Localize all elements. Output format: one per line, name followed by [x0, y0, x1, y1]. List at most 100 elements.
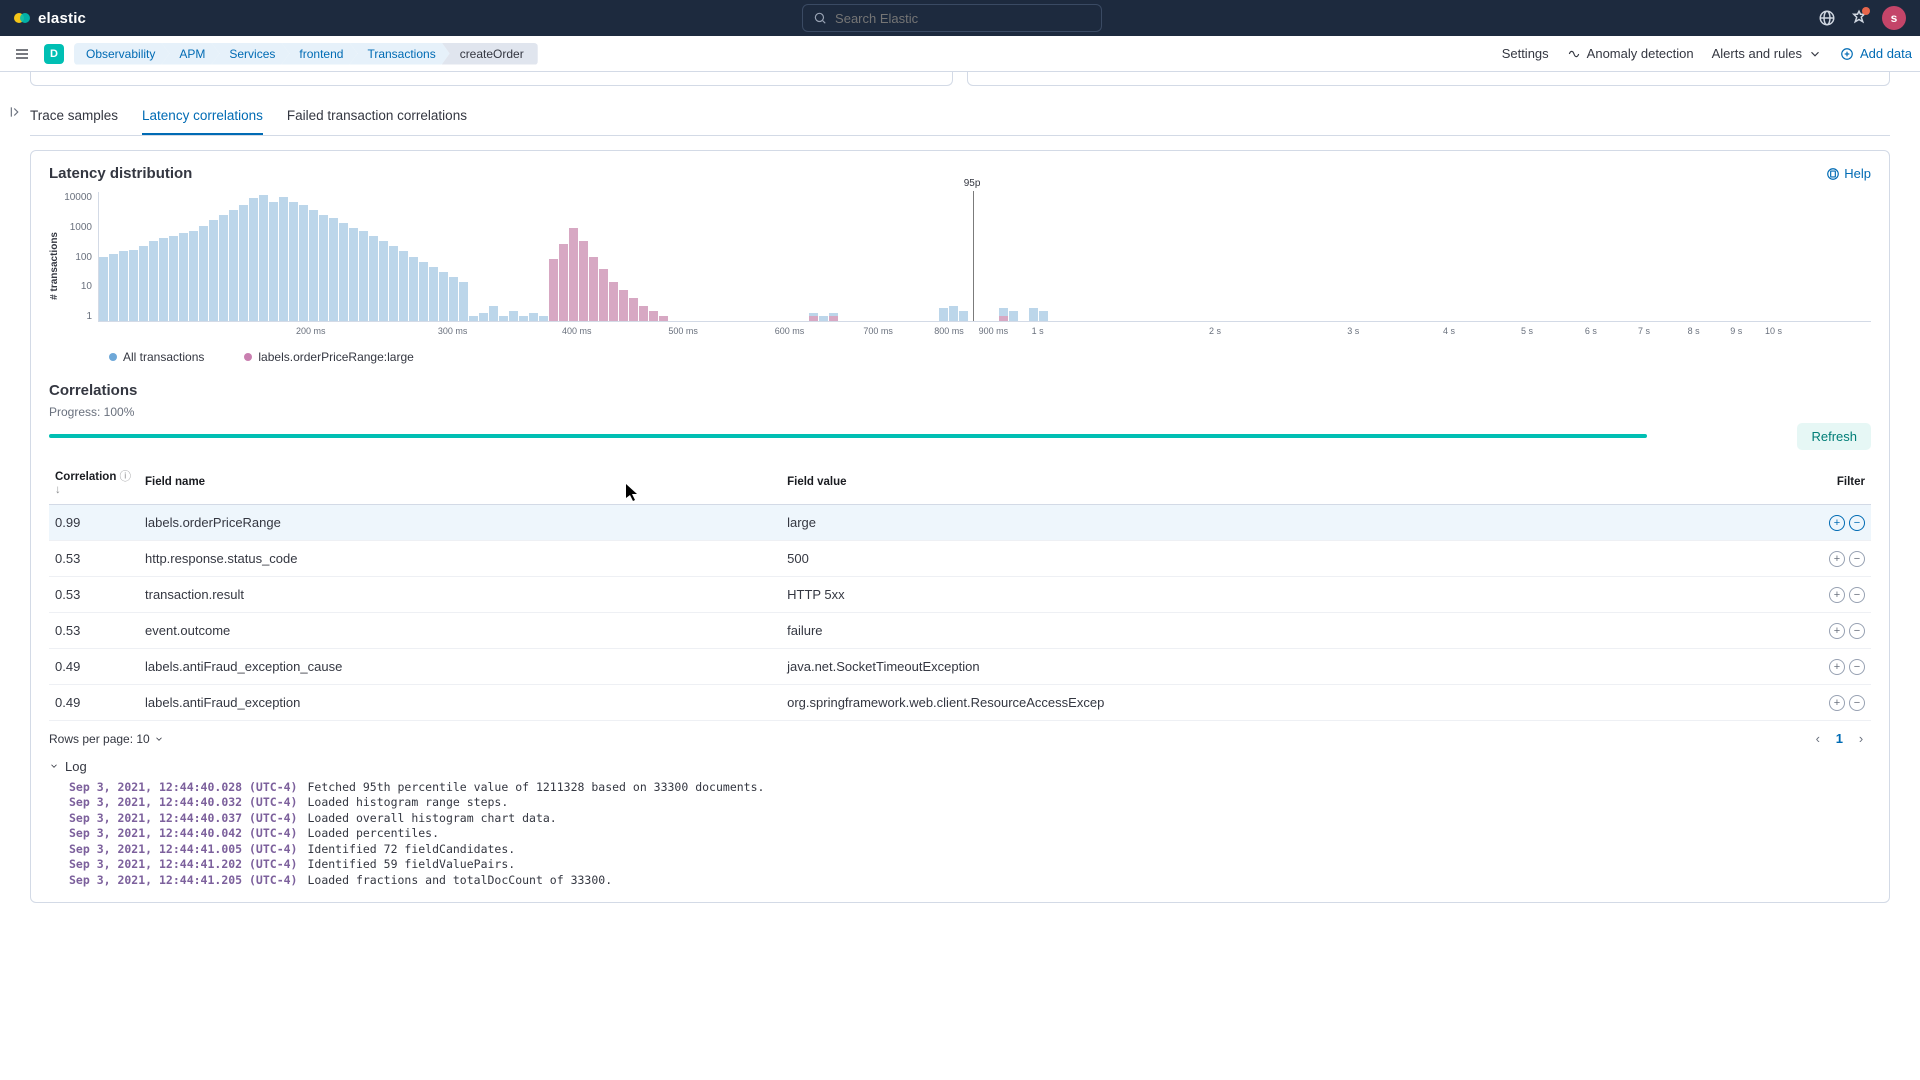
refresh-button[interactable]: Refresh	[1797, 423, 1871, 450]
search-input[interactable]	[835, 11, 1091, 26]
bar-all[interactable]	[1009, 311, 1018, 321]
log-toggle[interactable]: Log	[49, 759, 1871, 774]
bar-all[interactable]	[379, 241, 388, 321]
plot-area[interactable]	[98, 192, 1871, 322]
bar-selected[interactable]	[589, 257, 598, 322]
bar-all[interactable]	[509, 311, 518, 321]
bar-all[interactable]	[429, 267, 438, 321]
filter-in-icon[interactable]: +	[1829, 695, 1845, 711]
col-field-value[interactable]: Field value	[781, 460, 1791, 505]
bar-selected[interactable]	[619, 290, 628, 321]
bar-all[interactable]	[159, 238, 168, 321]
filter-in-icon[interactable]: +	[1829, 515, 1845, 531]
legend-selected[interactable]: labels.orderPriceRange:large	[244, 350, 413, 364]
bar-all[interactable]	[939, 308, 948, 321]
table-row[interactable]: 0.49labels.antiFraud_exception_causejava…	[49, 648, 1871, 684]
bar-all[interactable]	[139, 246, 148, 321]
bar-selected[interactable]	[579, 241, 588, 321]
bar-all[interactable]	[109, 254, 118, 321]
filter-in-icon[interactable]: +	[1829, 587, 1845, 603]
filter-out-icon[interactable]: −	[1849, 659, 1865, 675]
bar-all[interactable]	[819, 316, 828, 321]
tab-latency-correlations[interactable]: Latency correlations	[142, 98, 263, 135]
global-search[interactable]	[802, 4, 1102, 32]
bar-all[interactable]	[179, 233, 188, 321]
bar-selected[interactable]	[649, 311, 658, 321]
bar-all[interactable]	[329, 218, 338, 321]
add-data-link[interactable]: Add data	[1840, 46, 1912, 61]
bar-selected[interactable]	[549, 259, 558, 321]
bar-all[interactable]	[169, 236, 178, 321]
bar-selected[interactable]	[639, 306, 648, 321]
space-selector[interactable]: D	[44, 44, 64, 64]
bar-all[interactable]	[219, 215, 228, 321]
bar-all[interactable]	[459, 282, 468, 321]
filter-out-icon[interactable]: −	[1849, 515, 1865, 531]
table-row[interactable]: 0.53http.response.status_code500+−	[49, 540, 1871, 576]
user-avatar[interactable]: s	[1882, 6, 1906, 30]
breadcrumb-services[interactable]: Services	[211, 43, 289, 65]
nav-toggle-icon[interactable]	[8, 40, 36, 68]
bar-all[interactable]	[409, 257, 418, 322]
bar-all[interactable]	[209, 220, 218, 321]
table-row[interactable]: 0.53event.outcomefailure+−	[49, 612, 1871, 648]
bar-selected[interactable]	[629, 298, 638, 321]
bar-selected[interactable]	[809, 316, 818, 321]
breadcrumb-observability[interactable]: Observability	[74, 43, 169, 65]
bar-selected[interactable]	[999, 316, 1008, 321]
bar-all[interactable]	[1039, 311, 1048, 321]
bar-all[interactable]	[239, 205, 248, 321]
tab-failed-correlations[interactable]: Failed transaction correlations	[287, 98, 467, 135]
bar-all[interactable]	[99, 257, 108, 322]
filter-in-icon[interactable]: +	[1829, 551, 1845, 567]
bar-selected[interactable]	[829, 316, 838, 321]
bar-all[interactable]	[439, 272, 448, 321]
bar-all[interactable]	[959, 311, 968, 321]
filter-out-icon[interactable]: −	[1849, 551, 1865, 567]
bar-selected[interactable]	[599, 269, 608, 321]
bar-all[interactable]	[149, 241, 158, 321]
bar-all[interactable]	[119, 251, 128, 321]
page-current[interactable]: 1	[1836, 731, 1843, 746]
bar-all[interactable]	[369, 236, 378, 321]
filter-out-icon[interactable]: −	[1849, 587, 1865, 603]
bar-selected[interactable]	[609, 282, 618, 321]
filter-in-icon[interactable]: +	[1829, 623, 1845, 639]
bar-all[interactable]	[529, 313, 538, 321]
bar-all[interactable]	[949, 306, 958, 321]
bar-all[interactable]	[539, 316, 548, 321]
bar-all[interactable]	[259, 195, 268, 321]
tab-trace-samples[interactable]: Trace samples	[30, 98, 118, 135]
settings-link[interactable]: Settings	[1502, 46, 1549, 61]
breadcrumb-transactions[interactable]: Transactions	[349, 43, 449, 65]
bar-all[interactable]	[419, 262, 428, 321]
help-icon[interactable]	[1818, 9, 1836, 27]
breadcrumb-apm[interactable]: APM	[161, 43, 219, 65]
bar-all[interactable]	[319, 215, 328, 321]
bar-all[interactable]	[269, 202, 278, 321]
bar-all[interactable]	[299, 205, 308, 321]
col-field-name[interactable]: Field name	[139, 460, 781, 505]
bar-all[interactable]	[359, 231, 368, 321]
help-link[interactable]: Help	[1826, 166, 1871, 181]
bar-selected[interactable]	[659, 316, 668, 321]
filter-in-icon[interactable]: +	[1829, 659, 1845, 675]
bar-all[interactable]	[479, 313, 488, 321]
bar-selected[interactable]	[559, 244, 568, 321]
bar-all[interactable]	[339, 223, 348, 321]
newsfeed-icon[interactable]	[1850, 9, 1868, 27]
legend-all[interactable]: All transactions	[109, 350, 204, 364]
filter-out-icon[interactable]: −	[1849, 695, 1865, 711]
bar-all[interactable]	[519, 316, 528, 321]
anomaly-detection-link[interactable]: Anomaly detection	[1567, 46, 1694, 61]
bar-all[interactable]	[309, 210, 318, 321]
bar-all[interactable]	[399, 251, 408, 321]
breadcrumb-frontend[interactable]: frontend	[281, 43, 357, 65]
bar-all[interactable]	[189, 231, 198, 321]
bar-all[interactable]	[129, 250, 138, 321]
col-correlation[interactable]: Correlation ⓘ ↓	[49, 460, 139, 505]
bar-all[interactable]	[499, 316, 508, 321]
page-next[interactable]: ›	[1851, 729, 1871, 749]
alerts-rules-dropdown[interactable]: Alerts and rules	[1712, 46, 1822, 61]
filter-out-icon[interactable]: −	[1849, 623, 1865, 639]
